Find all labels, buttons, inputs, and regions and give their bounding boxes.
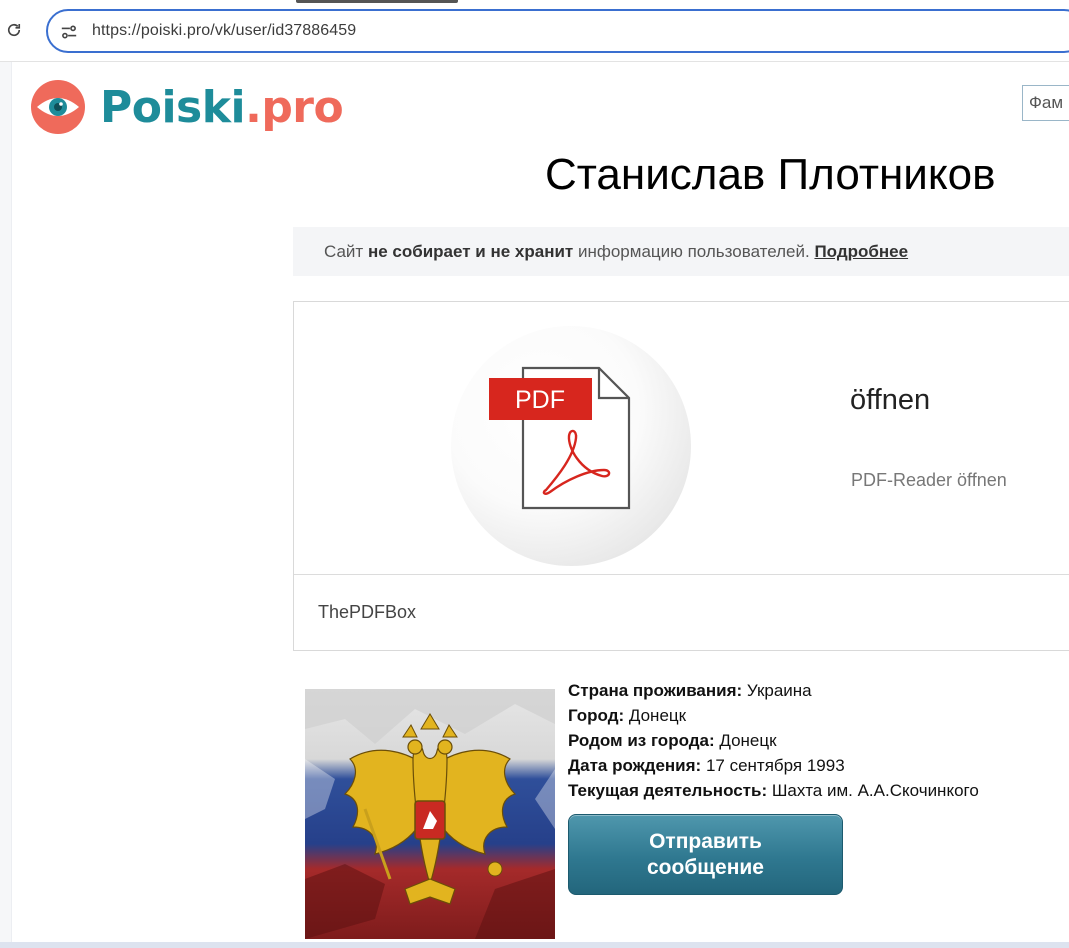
active-tab-indicator <box>296 0 458 3</box>
notice-more-link[interactable]: Подробнее <box>814 242 908 261</box>
page-bottom-bar <box>0 942 1069 948</box>
ad-subheading: PDF-Reader öffnen <box>851 470 1007 490</box>
address-bar[interactable]: https://poiski.pro/vk/user/id37886459 <box>46 9 1069 53</box>
info-birthdate: Дата рождения: 17 сентября 1993 <box>568 756 845 775</box>
ad-brand[interactable]: ThePDFBox <box>318 602 416 623</box>
privacy-notice: Сайт не собирает и не хранит информацию … <box>293 227 1069 276</box>
browser-toolbar: https://poiski.pro/vk/user/id37886459 <box>0 0 1069 62</box>
info-country: Страна проживания: Украина <box>568 681 812 700</box>
info-occupation: Текущая деятельность: Шахта им. А.А.Скоч… <box>568 781 979 800</box>
ad-card[interactable]: PDF öffnen PDF-Reader öffnen ThePDFBox <box>293 301 1069 651</box>
ad-divider <box>294 574 1069 575</box>
profile-avatar[interactable] <box>305 689 555 939</box>
pdf-label: PDF <box>515 386 565 414</box>
coat-of-arms-image <box>305 689 555 939</box>
eye-logo-icon <box>31 80 85 134</box>
site-logo[interactable]: Poiski.pro <box>30 78 344 136</box>
reload-icon[interactable] <box>2 18 26 42</box>
left-gutter <box>0 62 12 942</box>
url-text[interactable]: https://poiski.pro/vk/user/id37886459 <box>92 22 356 40</box>
logo-text: Poiski.pro <box>100 81 344 133</box>
profile-info: Страна проживания: Украина Город: Донецк… <box>568 678 979 803</box>
info-city: Город: Донецк <box>568 706 687 725</box>
ad-heading[interactable]: öffnen <box>850 384 930 417</box>
search-input[interactable]: Фам <box>1022 85 1069 121</box>
site-info-icon[interactable] <box>58 21 80 43</box>
info-hometown: Родом из города: Донецк <box>568 731 777 750</box>
page-title: Станислав Плотников <box>545 150 996 199</box>
pdf-file-icon: PDF <box>489 366 631 510</box>
send-message-button[interactable]: Отправить сообщение <box>568 814 843 895</box>
